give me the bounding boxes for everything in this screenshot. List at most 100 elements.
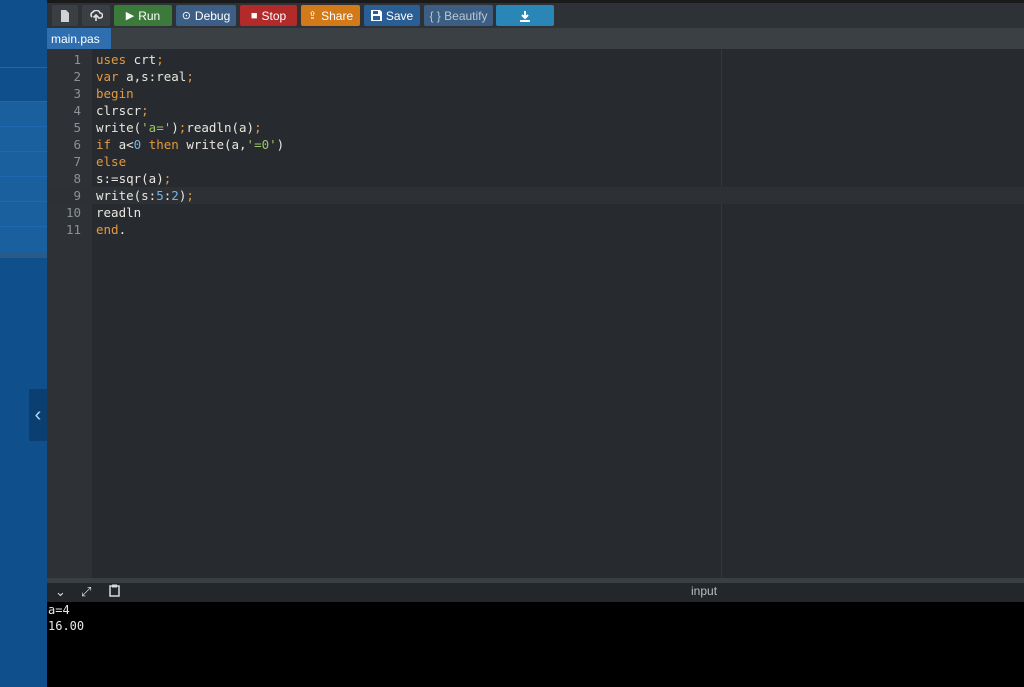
console-output[interactable]: a=4 16.00	[47, 602, 1024, 687]
code-token: ;	[141, 103, 149, 118]
code-line[interactable]: 1 uses crt;	[47, 51, 1024, 68]
debug-button-label: Debug	[194, 8, 231, 23]
code-text: end.	[96, 221, 126, 238]
code-token: )	[276, 137, 285, 152]
code-token: readln(a)	[186, 120, 255, 135]
code-line[interactable]: 9 write(s:5:2);	[47, 187, 1024, 204]
line-number: 1	[73, 52, 81, 67]
save-button[interactable]: Save	[364, 5, 420, 26]
line-number: 3	[73, 86, 81, 101]
code-token: 'a='	[141, 120, 172, 135]
beautify-button[interactable]: { } Beautify	[424, 5, 493, 26]
code-text: clrscr;	[96, 102, 149, 119]
share-button-label: Share	[321, 8, 354, 23]
code-line[interactable]: 5 write('a=');readln(a);	[47, 119, 1024, 136]
code-text: begin	[96, 85, 134, 102]
tab-main-pas[interactable]: main.pas	[47, 28, 111, 49]
upload-icon	[90, 9, 103, 21]
code-token: )	[171, 120, 179, 135]
sidebar-menu[interactable]	[0, 101, 47, 253]
sidebar-toggle-button[interactable]: ‹	[29, 389, 47, 441]
code-token: if	[96, 137, 112, 152]
tab-bar: main.pas	[47, 28, 1024, 49]
code-token: clrscr	[96, 103, 142, 118]
sidebar: ‹	[0, 0, 47, 687]
new-file-button[interactable]	[52, 5, 78, 26]
code-editor[interactable]: 1 uses crt; 2 var a,s:real; 3 begin 4 clrscr; 5 w…	[47, 49, 1024, 578]
sidebar-divider	[0, 226, 47, 227]
sidebar-divider	[0, 201, 47, 202]
code-token: then	[148, 137, 179, 152]
share-button[interactable]: ⇪ Share	[301, 5, 360, 26]
debug-button[interactable]: ⊙ Debug	[176, 5, 236, 26]
debug-icon: ⊙	[181, 10, 191, 22]
stop-button[interactable]: ■ Stop	[240, 5, 297, 26]
code-token: 2	[171, 188, 179, 203]
code-token: ;	[156, 52, 164, 67]
upload-button[interactable]	[82, 5, 110, 26]
code-line[interactable]: 3 begin	[47, 85, 1024, 102]
code-line[interactable]: 2 var a,s:real;	[47, 68, 1024, 85]
sidebar-divider	[0, 253, 47, 258]
line-number: 5	[73, 120, 81, 135]
expand-icon[interactable]: ⤢	[81, 584, 91, 600]
line-number: 11	[65, 222, 81, 237]
code-line[interactable]: 4 clrscr;	[47, 102, 1024, 119]
io-input-label: input	[691, 584, 718, 598]
code-line[interactable]: 10 readln	[47, 204, 1024, 221]
code-token: begin	[96, 86, 134, 101]
toolbar: ▶ Run ⊙ Debug ■ Stop ⇪ Share Save { } Be…	[47, 3, 1024, 28]
stop-button-label: Stop	[261, 8, 287, 23]
share-icon: ⇪	[307, 10, 318, 22]
code-token: readln	[96, 205, 142, 220]
download-button[interactable]	[496, 5, 554, 26]
chevron-down-icon[interactable]: ⌄	[55, 584, 66, 600]
code-text: uses crt;	[96, 51, 164, 68]
code-token: ;	[186, 188, 194, 203]
sidebar-divider	[0, 176, 47, 177]
code-token: crt	[126, 52, 157, 67]
code-line[interactable]: 11 end.	[47, 221, 1024, 238]
line-number: 9	[73, 188, 81, 203]
save-button-label: Save	[385, 8, 414, 23]
line-number: 8	[73, 171, 81, 186]
code-token: a<	[111, 137, 134, 152]
io-panel-header: ⌄ ⤢ input	[47, 583, 1024, 602]
chevron-left-icon: ‹	[34, 403, 42, 426]
code-token: uses	[96, 52, 127, 67]
code-line[interactable]: 6 if a<0 then write(a,'=0')	[47, 136, 1024, 153]
code-token: var	[96, 69, 119, 84]
sidebar-divider	[0, 101, 47, 102]
code-text: if a<0 then write(a,'=0')	[96, 136, 284, 153]
code-token: s:=sqr(a)	[96, 171, 164, 186]
line-number: 6	[73, 137, 81, 152]
code-token: else	[96, 154, 127, 169]
code-line[interactable]: 8 s:=sqr(a);	[47, 170, 1024, 187]
code-text: write('a=');readln(a);	[96, 119, 262, 136]
code-text: readln	[96, 204, 141, 221]
code-token: write(	[96, 120, 142, 135]
run-button-label: Run	[138, 8, 161, 23]
code-line[interactable]: 7 else	[47, 153, 1024, 170]
code-token: write(s:	[96, 188, 157, 203]
sidebar-divider	[0, 126, 47, 127]
sidebar-section	[0, 0, 47, 67]
code-token: '=0'	[246, 137, 277, 152]
sidebar-divider	[0, 151, 47, 152]
code-token: ;	[163, 171, 172, 186]
code-token: write(a,	[178, 137, 247, 152]
sidebar-divider	[0, 67, 47, 68]
file-icon	[61, 9, 69, 22]
clipboard-icon[interactable]	[109, 584, 121, 600]
console-line: a=4	[48, 603, 70, 617]
code-text: var a,s:real;	[96, 68, 194, 85]
code-text: s:=sqr(a);	[96, 170, 171, 187]
console-line: 16.00	[48, 619, 85, 633]
tab-label: main.pas	[51, 31, 100, 46]
play-icon: ▶	[125, 10, 135, 22]
code-token: .	[118, 222, 127, 237]
run-button[interactable]: ▶ Run	[114, 5, 172, 26]
download-icon	[520, 10, 530, 22]
line-number: 4	[73, 103, 81, 118]
